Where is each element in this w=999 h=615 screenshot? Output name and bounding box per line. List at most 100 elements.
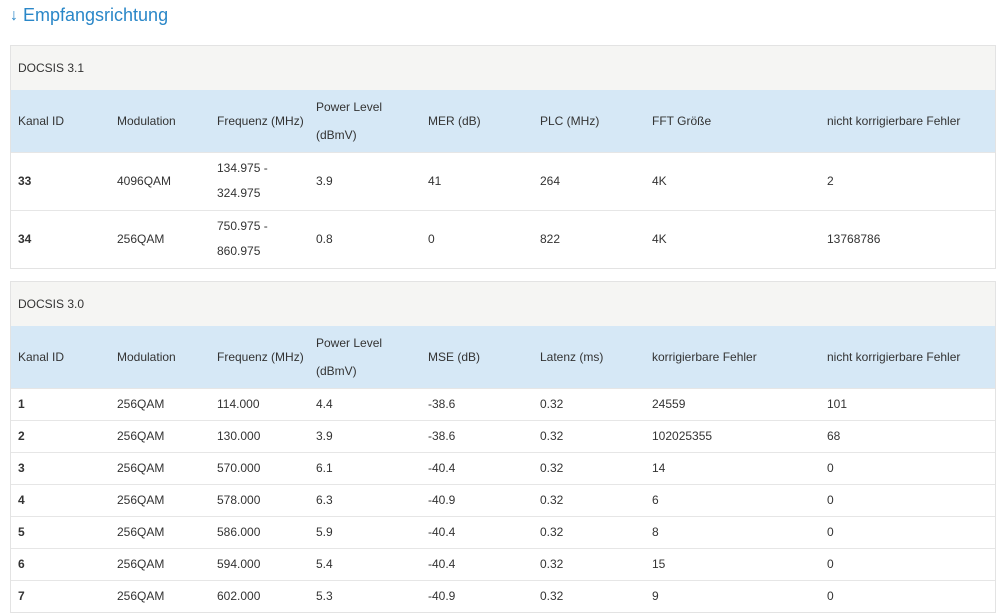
column-header: korrigierbare Fehler: [645, 326, 820, 388]
column-header: Kanal ID: [11, 326, 110, 388]
table-cell: 114.000: [210, 387, 309, 420]
table-cell: 41: [421, 151, 533, 210]
table-cell: 5.9: [309, 515, 421, 548]
column-header: Frequenz (MHz): [210, 90, 309, 152]
table-cell: 6.1: [309, 451, 421, 484]
table-row: 1 256QAM 114.000 4.4 -38.6 0.32 24559 10…: [11, 387, 995, 420]
table-cell: 3.9: [309, 151, 421, 210]
table-cell: 0.32: [533, 579, 645, 612]
table-row: 3 256QAM 570.000 6.1 -40.4 0.32 14 0: [11, 451, 995, 484]
table-cell: 4: [11, 483, 110, 516]
column-header: PLC (MHz): [533, 90, 645, 152]
table-cell: 602.000: [210, 579, 309, 612]
column-header: FFT Größe: [645, 90, 820, 152]
table-cell: 750.975 - 860.975: [210, 209, 309, 268]
table-cell: 4096QAM: [110, 151, 210, 210]
docsis30-header: DOCSIS 3.0: [11, 282, 995, 326]
column-header: Modulation: [110, 90, 210, 152]
table-cell: 5.4: [309, 547, 421, 580]
column-header: Power Level (dBmV): [309, 326, 421, 388]
arrow-down-icon: ↓: [10, 6, 18, 24]
table-cell: 24559: [645, 387, 820, 420]
table-header-row: Kanal ID Modulation Frequenz (MHz) Power…: [11, 326, 995, 388]
table-cell: 822: [533, 209, 645, 268]
column-header: Kanal ID: [11, 90, 110, 152]
table-cell: 14: [645, 451, 820, 484]
table-row: 7 256QAM 602.000 5.3 -40.9 0.32 9 0: [11, 579, 995, 612]
table-cell: 0: [421, 209, 533, 268]
table-row: 5 256QAM 586.000 5.9 -40.4 0.32 8 0: [11, 515, 995, 548]
column-header: MER (dB): [421, 90, 533, 152]
column-header: Power Level (dBmV): [309, 90, 421, 152]
table-cell: 0: [820, 579, 995, 612]
table-cell: 6: [645, 483, 820, 516]
table-cell: 0.32: [533, 387, 645, 420]
table-cell: -40.4: [421, 515, 533, 548]
table-cell: 0.32: [533, 419, 645, 452]
table-cell: -40.9: [421, 483, 533, 516]
table-cell: 102025355: [645, 419, 820, 452]
table-cell: 594.000: [210, 547, 309, 580]
table-cell: 586.000: [210, 515, 309, 548]
table-cell: 134.975 - 324.975: [210, 151, 309, 210]
table-cell: 5: [11, 515, 110, 548]
table-cell: 570.000: [210, 451, 309, 484]
table-cell: 0: [820, 515, 995, 548]
table-cell: 578.000: [210, 483, 309, 516]
table-cell: -40.4: [421, 451, 533, 484]
column-header: Modulation: [110, 326, 210, 388]
table-row: 6 256QAM 594.000 5.4 -40.4 0.32 15 0: [11, 547, 995, 580]
table-cell: 4K: [645, 151, 820, 210]
table-cell: 0: [820, 483, 995, 516]
docsis31-header: DOCSIS 3.1: [11, 46, 995, 90]
table-cell: 4.4: [309, 387, 421, 420]
table-cell: 2: [11, 419, 110, 452]
table-cell: 256QAM: [110, 209, 210, 268]
table-cell: 68: [820, 419, 995, 452]
table-cell: 0: [820, 451, 995, 484]
table-cell: 256QAM: [110, 419, 210, 452]
table-cell: 6.3: [309, 483, 421, 516]
table-cell: 130.000: [210, 419, 309, 452]
table-cell: 1: [11, 387, 110, 420]
table-header-row: Kanal ID Modulation Frequenz (MHz) Power…: [11, 90, 995, 152]
table-cell: -40.9: [421, 579, 533, 612]
table-row: 33 4096QAM 134.975 - 324.975 3.9 41 264 …: [11, 151, 995, 210]
table-cell: -38.6: [421, 387, 533, 420]
table-row: 34 256QAM 750.975 - 860.975 0.8 0 822 4K…: [11, 209, 995, 268]
table-row: 2 256QAM 130.000 3.9 -38.6 0.32 10202535…: [11, 419, 995, 452]
docsis31-panel: DOCSIS 3.1 Kanal ID Modulation Frequenz …: [10, 45, 996, 269]
table-cell: 0.32: [533, 483, 645, 516]
table-cell: 101: [820, 387, 995, 420]
table-cell: 7: [11, 579, 110, 612]
table-cell: 0: [820, 547, 995, 580]
table-cell: 6: [11, 547, 110, 580]
table-cell: 0.32: [533, 451, 645, 484]
table-cell: 9: [645, 579, 820, 612]
table-cell: 3.9: [309, 419, 421, 452]
table-cell: 256QAM: [110, 515, 210, 548]
column-header: nicht korrigierbare Fehler: [820, 326, 995, 388]
table-cell: 0.32: [533, 515, 645, 548]
table-cell: -40.4: [421, 547, 533, 580]
column-header: Latenz (ms): [533, 326, 645, 388]
table-cell: -38.6: [421, 419, 533, 452]
column-header: nicht korrigierbare Fehler: [820, 90, 995, 152]
table-cell: 0.32: [533, 547, 645, 580]
column-header: Frequenz (MHz): [210, 326, 309, 388]
table-cell: 264: [533, 151, 645, 210]
table-cell: 34: [11, 209, 110, 268]
docsis30-panel: DOCSIS 3.0 Kanal ID Modulation Frequenz …: [10, 281, 996, 613]
table-cell: 0.8: [309, 209, 421, 268]
table-cell: 13768786: [820, 209, 995, 268]
table-cell: 256QAM: [110, 387, 210, 420]
table-cell: 256QAM: [110, 483, 210, 516]
section-heading-empfangsrichtung[interactable]: ↓ Empfangsrichtung: [10, 5, 168, 26]
section-heading-title: Empfangsrichtung: [23, 5, 169, 25]
table-cell: 5.3: [309, 579, 421, 612]
table-cell: 3: [11, 451, 110, 484]
table-cell: 2: [820, 151, 995, 210]
column-header: MSE (dB): [421, 326, 533, 388]
table-cell: 256QAM: [110, 451, 210, 484]
table-cell: 15: [645, 547, 820, 580]
